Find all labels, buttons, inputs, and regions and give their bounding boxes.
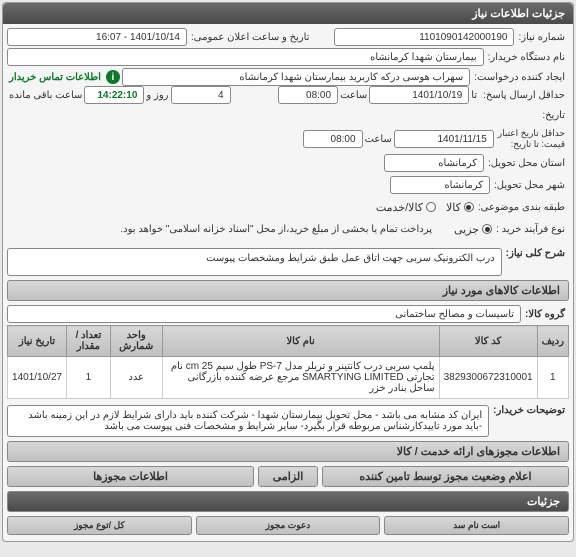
row-notes: توضیحات خریدار: ایران کد مشابه می باشد -…	[7, 403, 569, 439]
rooz-label: روز و	[144, 90, 170, 101]
contact-link[interactable]: اطلاعات تماس خریدار	[7, 72, 103, 83]
row-city: شهر محل تحویل: کرمانشاه	[7, 174, 569, 196]
col2-header: اعلام وضعیت مجوز توسط تامین کننده	[322, 466, 569, 487]
row-group: گروه کالا: تاسیسات و مصالح ساختمانی	[7, 303, 569, 325]
info-icon[interactable]: i	[106, 70, 120, 84]
col-elzami: الزامی	[258, 466, 318, 487]
footer-c2: دعوت مجوز	[196, 516, 381, 535]
row-desc: شرح کلی نیاز: درب الکترونیک سربی جهت اتا…	[7, 246, 569, 278]
table-row[interactable]: 1 3829300672310001 پلمپ سربی درب کانتینر…	[8, 357, 569, 399]
panel-title: جزئیات اطلاعات نیاز	[3, 3, 573, 24]
requester-field[interactable]: سهراب هوسی درکه کاربرید بیمارستان شهدا ک…	[122, 68, 470, 86]
row-tarikh: تاریخ:	[7, 104, 569, 126]
panel-body: شماره نیاز: 1101090142000190 تاریخ و ساع…	[3, 24, 573, 541]
ta-label-1: تا	[469, 90, 479, 101]
sub1-title: اطلاعات مجوزهای ارائه خدمت / کالا	[7, 441, 569, 462]
two-col-headers: اعلام وضعیت مجوز توسط تامین کننده الزامی…	[7, 464, 569, 489]
send-time-field[interactable]: 08:00	[278, 86, 338, 104]
buy-type-radio-group: جزیی	[454, 223, 492, 236]
radio-khedmat-label: کالا/خدمت	[376, 201, 423, 214]
kala-section-title: اطلاعات کالاهای مورد نیاز	[7, 280, 569, 301]
footer-title: جزئیات	[7, 491, 569, 512]
row-valid: حداقل تاریخ اعتبار قیمت: تا تاریخ: 1401/…	[7, 126, 569, 152]
class-label: طبقه بندی موضوعی:	[474, 202, 569, 213]
desc-label: شرح کلی نیاز:	[502, 248, 569, 259]
row-send-deadline: حداقل ارسال پاسخ: تا 1401/10/19 ساعت 08:…	[7, 86, 569, 104]
notes-text[interactable]: ایران کد مشابه می باشد - محل تحویل بیمار…	[7, 405, 489, 437]
buyer-field[interactable]: بیمارستان شهدا کرمانشاه	[7, 48, 484, 66]
footer-c1: كل /توع مجوز	[7, 516, 192, 535]
elan-date-field[interactable]: 1401/10/14 - 16:07	[7, 28, 187, 46]
radio-dot-icon	[482, 224, 492, 234]
row-niaz: شماره نیاز: 1101090142000190 تاریخ و ساع…	[7, 28, 569, 46]
az-tarikh-label: حداقل تاریخ اعتبار	[494, 128, 569, 139]
payment-note: پرداخت تمام یا بخشی از مبلغ خرید،از محل …	[118, 224, 434, 235]
saat-label-2: ساعت	[363, 134, 394, 145]
buy-type-label: نوع فرآیند خرید :	[492, 224, 569, 235]
city-field[interactable]: کرمانشاه	[390, 176, 490, 194]
send-deadline-label: حداقل ارسال پاسخ:	[479, 90, 569, 101]
th-qty: تعداد / مقدار	[67, 326, 111, 357]
radio-jozi-label: جزیی	[454, 223, 479, 236]
kala-table: ردیف کد کالا نام کالا واحد شمارش تعداد /…	[7, 325, 569, 399]
class-radio-group: کالا کالا/خدمت	[376, 201, 474, 214]
row-class: طبقه بندی موضوعی: کالا کالا/خدمت	[7, 196, 569, 218]
remaining-label: ساعت باقی مانده	[7, 90, 84, 101]
th-radif: ردیف	[537, 326, 568, 357]
group-label: گروه کالا:	[521, 309, 569, 320]
city-label: شهر محل تحویل:	[490, 180, 569, 191]
td-qty: 1	[67, 357, 111, 399]
ta-tarikh-label: قیمت: تا تاریخ:	[494, 139, 569, 150]
radio-dot-icon	[426, 202, 436, 212]
col-info: اطلاعات مجوزها	[7, 466, 254, 487]
niaz-no-label: شماره نیاز:	[514, 32, 569, 43]
valid-time-field[interactable]: 08:00	[303, 130, 363, 148]
remaining-field: 14:22:10	[84, 86, 144, 104]
table-header-row: ردیف کد کالا نام کالا واحد شمارش تعداد /…	[8, 326, 569, 357]
requester-label: ایجاد کننده درخواست:	[470, 72, 569, 83]
row-state: استان محل تحویل: کرمانشاه	[7, 152, 569, 174]
td-code: 3829300672310001	[439, 357, 537, 399]
niaz-no-field[interactable]: 1101090142000190	[334, 28, 514, 46]
radio-jozi[interactable]: جزیی	[454, 223, 492, 236]
td-date: 1401/10/27	[8, 357, 67, 399]
elan-date-label: تاریخ و ساعت اعلان عمومی:	[187, 32, 314, 43]
row-requester: ایجاد کننده درخواست: سهراب هوسی درکه کار…	[7, 68, 569, 86]
send-date-field[interactable]: 1401/10/19	[369, 86, 469, 104]
main-panel: جزئیات اطلاعات نیاز شماره نیاز: 11010901…	[2, 2, 574, 542]
buyer-label: نام دستگاه خریدار:	[484, 52, 569, 63]
radio-kala[interactable]: کالا	[446, 201, 474, 214]
td-unit: عدد	[110, 357, 162, 399]
radio-khedmat[interactable]: کالا/خدمت	[376, 201, 436, 214]
th-unit: واحد شمارش	[110, 326, 162, 357]
row-buyer: نام دستگاه خریدار: بیمارستان شهدا کرمانش…	[7, 46, 569, 68]
state-label: استان محل تحویل:	[484, 158, 569, 169]
row-buy-type: نوع فرآیند خرید : جزیی پرداخت تمام یا بخ…	[7, 218, 569, 240]
radio-dot-icon	[464, 202, 474, 212]
rooz-field[interactable]: 4	[171, 86, 231, 104]
td-radif: 1	[537, 357, 568, 399]
state-field[interactable]: کرمانشاه	[384, 154, 484, 172]
tarikh-label: تاریخ:	[538, 110, 569, 121]
th-date: تاریخ نیاز	[8, 326, 67, 357]
desc-text[interactable]: درب الکترونیک سربی جهت اتاق عمل طبق شرای…	[7, 248, 502, 276]
radio-kala-label: کالا	[446, 201, 461, 214]
saat-label-1: ساعت	[338, 90, 369, 101]
th-name: نام کالا	[162, 326, 439, 357]
footer-c3: است نام سد	[384, 516, 569, 535]
valid-date-field[interactable]: 1401/11/15	[394, 130, 494, 148]
footer-cols: است نام سد دعوت مجوز كل /توع مجوز	[7, 514, 569, 537]
td-name: پلمپ سربی درب کانتینر و تریلر مدل PS-7 ط…	[162, 357, 439, 399]
th-code: کد کالا	[439, 326, 537, 357]
notes-label: توضیحات خریدار:	[489, 405, 569, 416]
group-field[interactable]: تاسیسات و مصالح ساختمانی	[7, 305, 521, 323]
